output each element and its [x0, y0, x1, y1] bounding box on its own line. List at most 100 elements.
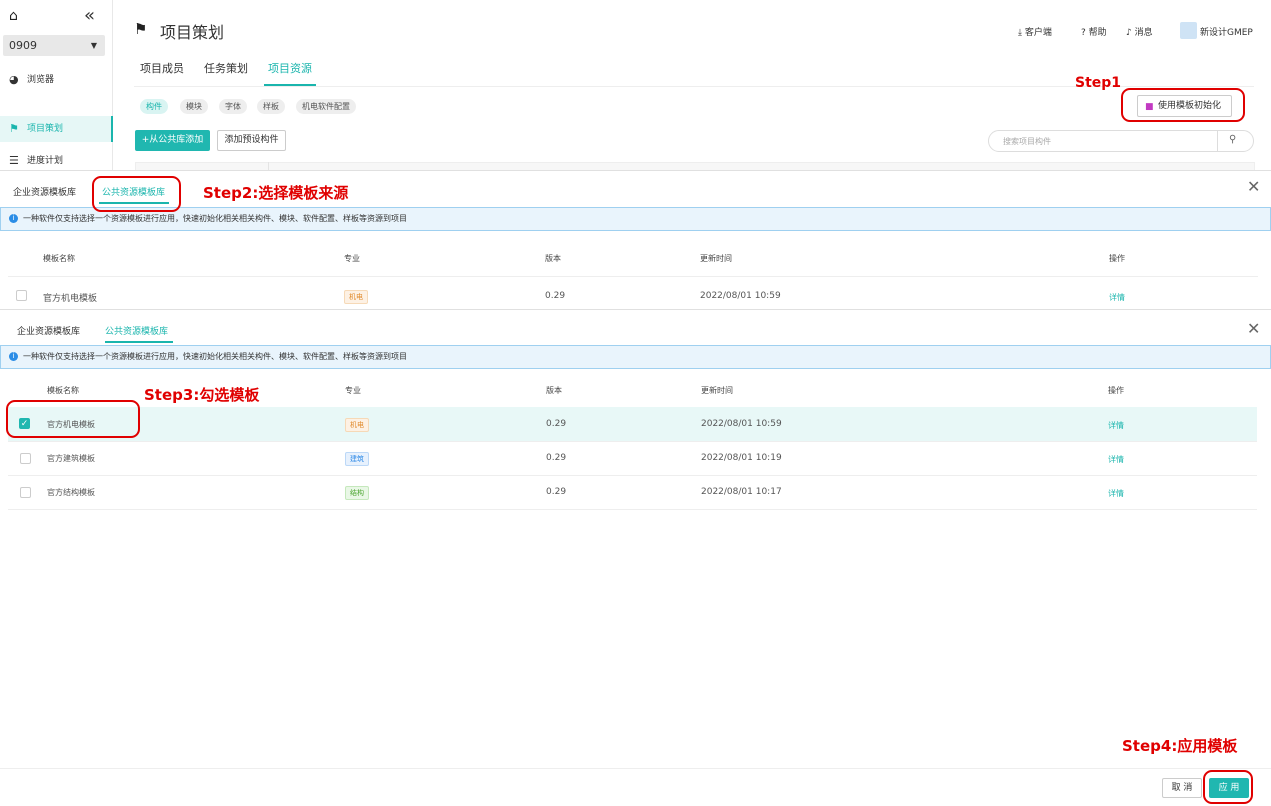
annotation-ring-step4 — [1203, 770, 1253, 804]
details-link[interactable]: 详情 — [1108, 420, 1124, 431]
screen: ⌂ « 0909 ▼ ◕ 浏览器 ⚑ 项目策划 ☰ 进度计划 ⚑ 项目策划 ⤓ … — [0, 0, 1271, 806]
sidebar-item-project-planning[interactable]: ⚑ 项目策划 — [0, 116, 113, 142]
sidebar-item-browser[interactable]: ◕ 浏览器 — [0, 67, 113, 93]
col-header-name: 模板名称 — [47, 386, 79, 395]
add-from-public-button[interactable]: +从公共库添加 — [135, 130, 210, 151]
cell-updated: 2022/08/01 10:59 — [701, 419, 782, 429]
discipline-badge: 机电 — [345, 418, 369, 432]
info-banner: i 一种软件仅支持选择一个资源模板进行应用，快速初始化相关相关构件、模块、软件配… — [0, 207, 1271, 231]
project-select-value: 0909 — [9, 39, 37, 52]
tab-enterprise-library[interactable]: 企业资源模板库 — [13, 185, 76, 198]
active-tab-underline — [105, 341, 173, 343]
template-dialog-step3: 企业资源模板库 公共资源模板库 ✕ i 一种软件仅支持选择一个资源模板进行应用，… — [0, 309, 1271, 806]
avatar[interactable] — [1180, 22, 1197, 39]
cell-version: 0.29 — [545, 291, 566, 301]
cell-name: 官方机电模板 — [43, 294, 98, 304]
search-input[interactable]: 搜索项目构件 — [1003, 136, 1051, 147]
close-icon[interactable]: ✕ — [1247, 177, 1260, 196]
annotation-ring-step3 — [6, 400, 140, 438]
details-link[interactable]: 详情 — [1108, 488, 1124, 499]
info-icon: i — [9, 352, 18, 361]
row-checkbox[interactable] — [20, 453, 31, 464]
tab-enterprise-library[interactable]: 企业资源模板库 — [17, 324, 80, 337]
template-dialog-step2: 企业资源模板库 公共资源模板库 ✕ i 一种软件仅支持选择一个资源模板进行应用，… — [0, 170, 1271, 309]
info-text: 一种软件仅支持选择一个资源模板进行应用，快速初始化相关相关构件、模块、软件配置、… — [23, 352, 407, 361]
flag-icon: ⚑ — [9, 122, 19, 135]
info-icon: i — [9, 214, 18, 223]
table-header-divider — [268, 162, 269, 170]
col-header-discipline: 专业 — [345, 386, 361, 395]
col-header-name: 模板名称 — [43, 254, 75, 263]
help-label: 帮助 — [1088, 28, 1107, 38]
cell-version: 0.29 — [546, 453, 567, 463]
row-divider — [8, 509, 1257, 510]
caret-down-icon: ▼ — [90, 41, 97, 50]
sidebar: ⌂ « 0909 ▼ ◕ 浏览器 ⚑ 项目策划 ☰ 进度计划 — [0, 0, 113, 170]
chip-modules[interactable]: 模块 — [180, 99, 208, 114]
table-row-selected[interactable] — [8, 407, 1257, 441]
details-link[interactable]: 详情 — [1109, 292, 1125, 303]
annotation-step2: Step2:选择模板来源 — [203, 184, 349, 202]
search-icon[interactable]: ⚲ — [1229, 134, 1236, 145]
cell-name: 官方建筑模板 — [47, 454, 95, 463]
annotation-step4: Step4:应用模板 — [1122, 737, 1238, 755]
bell-icon: ♪ — [1126, 28, 1132, 38]
table-header-strip — [135, 162, 1255, 170]
discipline-badge: 结构 — [345, 486, 369, 500]
row-checkbox[interactable] — [20, 487, 31, 498]
cell-updated: 2022/08/01 10:59 — [700, 291, 781, 301]
chip-fonts[interactable]: 字体 — [219, 99, 247, 114]
sidebar-item-label: 项目策划 — [27, 124, 64, 134]
tab-public-library[interactable]: 公共资源模板库 — [105, 324, 168, 337]
messages-label: 消息 — [1134, 28, 1153, 38]
row-checkbox[interactable] — [16, 290, 27, 301]
col-header-version: 版本 — [545, 254, 561, 263]
row-divider — [8, 475, 1257, 476]
cell-version: 0.29 — [546, 419, 567, 429]
tab-task-planning[interactable]: 任务策划 — [204, 60, 248, 76]
sidebar-item-label: 进度计划 — [27, 156, 64, 166]
discipline-badge: 建筑 — [345, 452, 369, 466]
user-name[interactable]: 新设计GMEP — [1200, 25, 1253, 38]
row-divider — [8, 441, 1257, 442]
search-box: 搜索项目构件 ⚲ — [988, 130, 1254, 152]
project-select[interactable]: 0909 ▼ — [3, 35, 105, 56]
add-preset-button[interactable]: 添加预设构件 — [217, 130, 286, 151]
chip-templates[interactable]: 样板 — [257, 99, 285, 114]
footer-divider — [0, 768, 1271, 769]
close-icon[interactable]: ✕ — [1247, 319, 1260, 338]
annotation-step3: Step3:勾选模板 — [144, 386, 260, 404]
tab-members[interactable]: 项目成员 — [140, 60, 184, 76]
client-label: 客户端 — [1024, 28, 1052, 38]
annotation-ring-step2 — [92, 176, 181, 212]
sidebar-item-label: 浏览器 — [27, 75, 55, 85]
col-header-action: 操作 — [1108, 386, 1124, 395]
details-link[interactable]: 详情 — [1108, 454, 1124, 465]
cell-updated: 2022/08/01 10:17 — [701, 487, 782, 497]
cell-version: 0.29 — [546, 487, 567, 497]
download-icon: ⤓ — [1018, 28, 1022, 38]
row-divider — [8, 276, 1258, 277]
chip-mep-config[interactable]: 机电软件配置 — [296, 99, 356, 114]
annotation-ring-step1 — [1121, 88, 1245, 122]
help-link[interactable]: ? 帮助 — [1081, 25, 1107, 38]
chip-components[interactable]: 构件 — [140, 99, 168, 114]
page-title: 项目策划 — [160, 23, 225, 42]
cancel-button[interactable]: 取 消 — [1162, 778, 1202, 798]
flag-icon: ⚑ — [134, 20, 148, 38]
info-banner: i 一种软件仅支持选择一个资源模板进行应用，快速初始化相关相关构件、模块、软件配… — [0, 345, 1271, 369]
annotation-step1: Step1 — [1075, 75, 1122, 91]
cell-name: 官方结构模板 — [47, 488, 95, 497]
info-text: 一种软件仅支持选择一个资源模板进行应用，快速初始化相关相关构件、模块、软件配置、… — [23, 214, 407, 223]
cell-updated: 2022/08/01 10:19 — [701, 453, 782, 463]
col-header-updated: 更新时间 — [700, 254, 732, 263]
tab-project-resources[interactable]: 项目资源 — [268, 60, 312, 76]
double-chevron-left-icon[interactable]: « — [84, 5, 95, 26]
search-divider — [1217, 131, 1218, 151]
client-download-link[interactable]: ⤓ 客户端 — [1018, 25, 1052, 38]
col-header-action: 操作 — [1109, 254, 1125, 263]
question-icon: ? — [1081, 28, 1086, 38]
home-icon[interactable]: ⌂ — [9, 8, 18, 24]
messages-link[interactable]: ♪ 消息 — [1126, 25, 1153, 38]
col-header-discipline: 专业 — [344, 254, 360, 263]
